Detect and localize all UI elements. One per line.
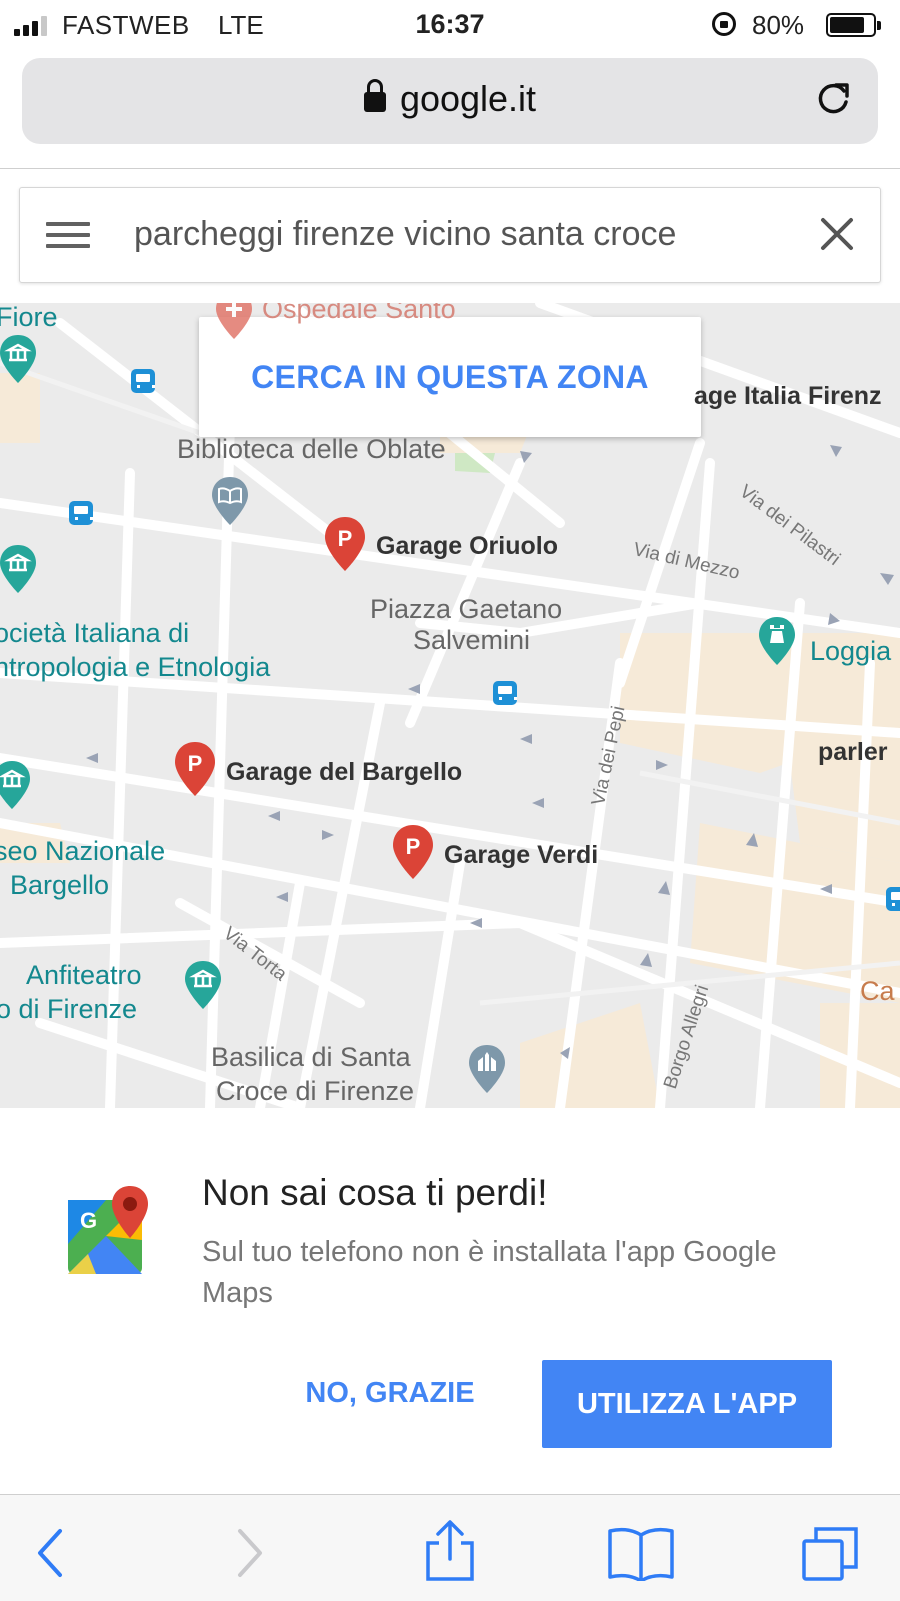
svg-text:P: P <box>338 526 353 551</box>
padlock-icon <box>363 79 386 112</box>
map-label-museo-line2: Bargello <box>10 870 110 900</box>
hamburger-menu-icon[interactable] <box>46 222 90 248</box>
maps-search-box[interactable]: parcheggi firenze vicino santa croce <box>19 187 881 283</box>
battery-icon <box>826 13 881 37</box>
garage-label: Garage Verdi <box>444 841 599 869</box>
museum-icon[interactable] <box>0 333 38 385</box>
google-maps-logo-icon: G <box>68 1186 148 1274</box>
map-label-garage-italia: age Italia Firenz <box>694 382 882 410</box>
bookmarks-icon[interactable] <box>606 1525 676 1581</box>
battery-fill <box>830 17 864 33</box>
address-bar[interactable]: google.it <box>22 58 878 144</box>
museum-icon[interactable] <box>0 543 38 595</box>
museum-icon[interactable] <box>0 759 32 811</box>
status-bar: FASTWEB LTE 16:37 80% <box>0 0 900 50</box>
map-label-biblioteca: Biblioteca delle Oblate <box>177 434 446 464</box>
church-icon[interactable] <box>467 1043 507 1095</box>
hospital-icon[interactable] <box>214 303 254 341</box>
forward-icon[interactable] <box>216 1525 276 1581</box>
url-text: google.it <box>399 78 537 119</box>
battery-percent: 80% <box>752 10 805 40</box>
parking-pin-icon[interactable]: P <box>173 740 217 798</box>
reload-icon[interactable] <box>814 80 852 118</box>
map-label-societa-line2: ntropologia e Etnologia <box>0 652 271 682</box>
map-label-fiore: Fiore <box>0 303 58 332</box>
tabs-icon[interactable] <box>800 1525 860 1581</box>
search-this-area-button[interactable]: CERCA IN QUESTA ZONA <box>199 317 701 437</box>
bus-stop-icon[interactable] <box>131 369 155 393</box>
app-promo-dialog: G Non sai cosa ti perdi! Sul tuo telefon… <box>0 1108 900 1494</box>
map-label-ospedale: Ospedale Santo <box>262 303 456 324</box>
map-label-anfiteatro-line2: o di Firenze <box>0 994 138 1024</box>
browser-divider <box>0 168 900 169</box>
map-label-basilica-line1: Basilica di Santa <box>211 1042 411 1072</box>
parking-pin-icon[interactable]: P <box>391 823 435 881</box>
svg-text:P: P <box>406 834 421 859</box>
dialog-title: Non sai cosa ti perdi! <box>202 1172 548 1213</box>
svg-text:P: P <box>188 751 203 776</box>
map-label-loggia: Loggia <box>810 636 892 666</box>
garage-label: Garage del Bargello <box>226 758 463 786</box>
orientation-lock-icon <box>712 12 736 36</box>
map-label-basilica-line2: Croce di Firenze <box>216 1076 415 1106</box>
url-display[interactable]: google.it <box>22 78 878 120</box>
map-view[interactable]: CERCA IN QUESTA ZONA Fiore Ospedale Sant… <box>0 303 900 1108</box>
bus-stop-icon[interactable] <box>69 501 93 525</box>
garage-label: Garage Oriuolo <box>376 532 558 560</box>
parking-pin-icon[interactable]: P <box>323 515 367 573</box>
landmark-tower-icon[interactable] <box>757 615 797 667</box>
svg-text:G: G <box>80 1208 97 1233</box>
map-label-anfiteatro-line1: Anfiteatro <box>26 960 142 990</box>
map-label-museo-line1: seo Nazionale <box>0 836 166 866</box>
map-label-parler: parler <box>818 738 888 766</box>
no-thanks-button[interactable]: NO, GRAZIE <box>290 1362 490 1424</box>
use-app-button[interactable]: UTILIZZA L'APP <box>542 1360 832 1448</box>
search-input[interactable]: parcheggi firenze vicino santa croce <box>134 215 676 254</box>
search-this-area-label: CERCA IN QUESTA ZONA <box>251 358 649 395</box>
browser-toolbar <box>0 1494 900 1601</box>
dialog-body: Sul tuo telefono non è installata l'app … <box>202 1236 777 1309</box>
close-icon[interactable] <box>816 213 858 255</box>
back-icon[interactable] <box>24 1525 84 1581</box>
share-icon[interactable] <box>420 1519 480 1581</box>
bus-stop-icon[interactable] <box>493 681 517 705</box>
map-label-piazza-line1: Piazza Gaetano <box>370 594 563 624</box>
map-label-ca: Ca <box>860 976 895 1006</box>
map-label-societa-line1: ocietà Italiana di <box>0 618 190 648</box>
map-label-piazza-line2: Salvemini <box>413 625 531 655</box>
library-icon[interactable] <box>210 475 250 527</box>
museum-icon[interactable] <box>183 959 223 1011</box>
bus-stop-icon[interactable] <box>886 887 900 911</box>
